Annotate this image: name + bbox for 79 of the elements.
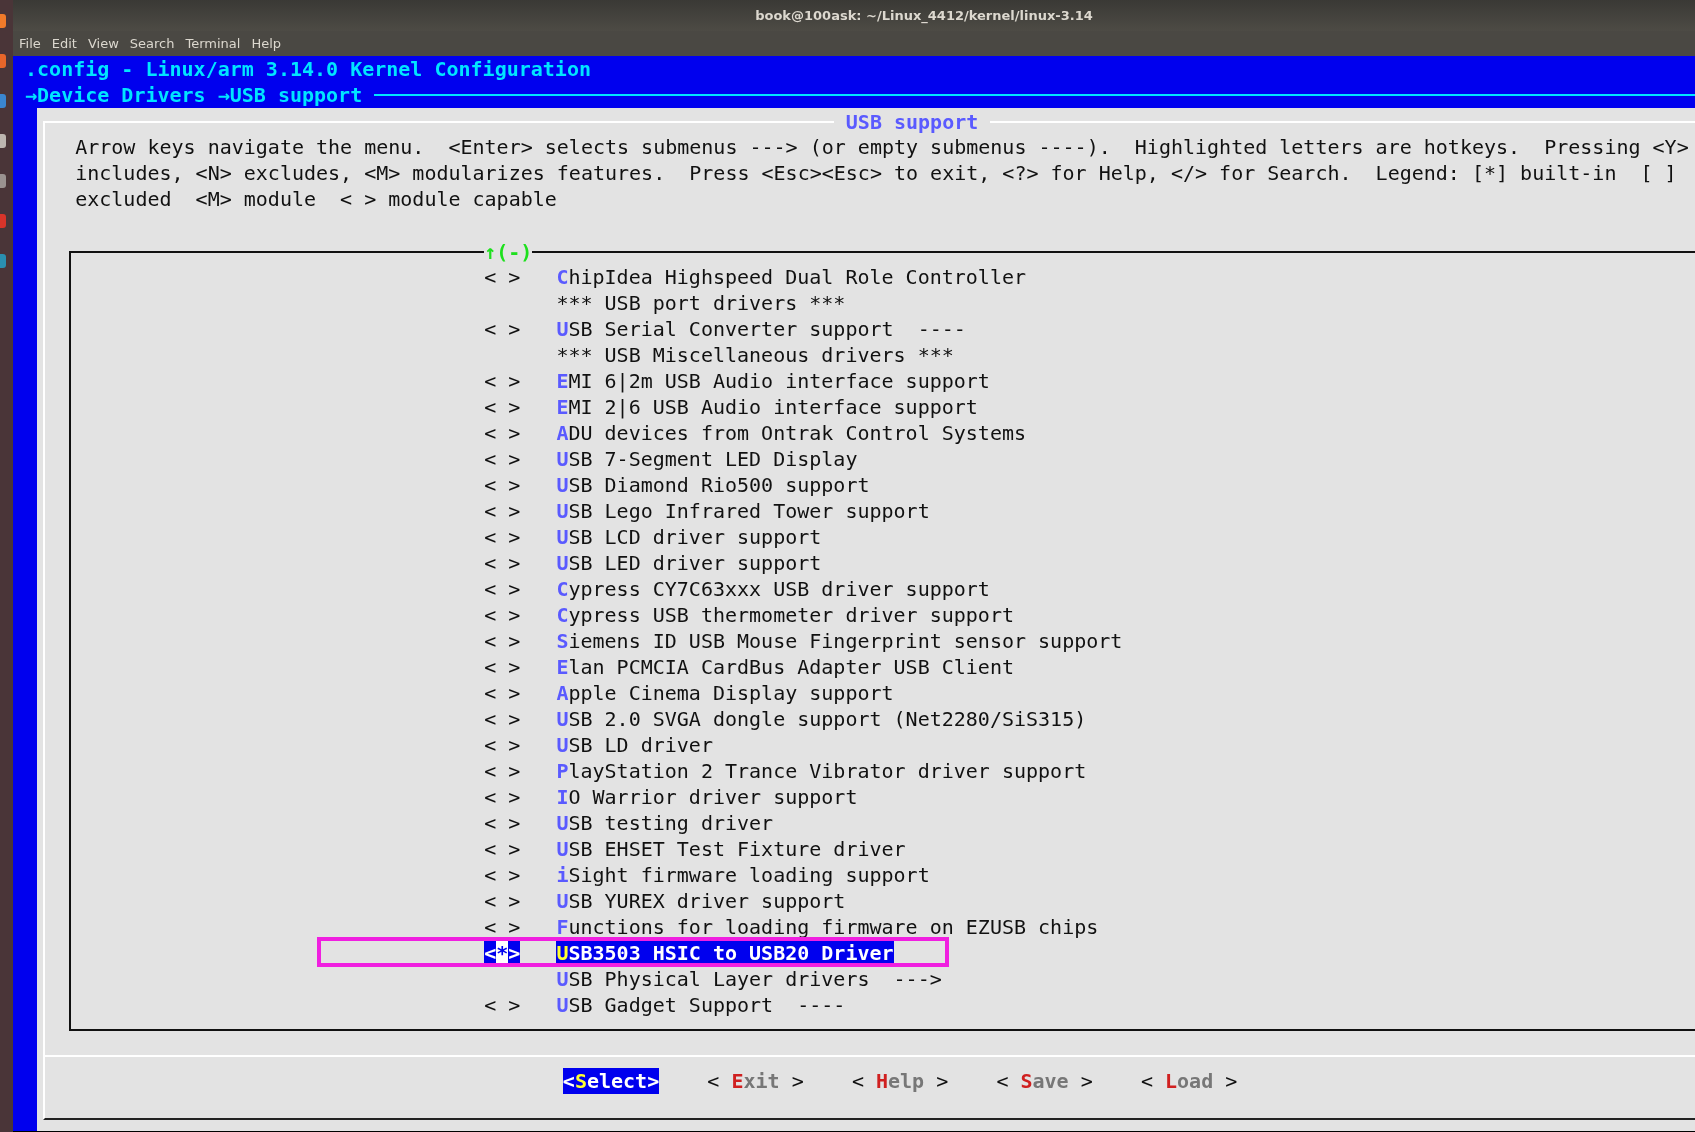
- config-title: .config - Linux/arm 3.14.0 Kernel Configuration: [25, 57, 591, 81]
- option-state[interactable]: < >: [484, 551, 521, 575]
- dialog-button[interactable]: < Help >: [851, 1068, 949, 1094]
- launcher-icon[interactable]: [0, 214, 6, 228]
- menu-item[interactable]: USB Physical Layer drivers --->: [556, 966, 942, 992]
- menu-item[interactable]: Siemens ID USB Mouse Fingerprint sensor support: [556, 628, 1123, 654]
- option-state[interactable]: < >: [484, 369, 521, 393]
- option-state[interactable]: < >: [484, 759, 521, 783]
- launcher-icon[interactable]: [0, 254, 6, 268]
- menu-item[interactable]: Cypress CY7C63xxx USB driver support: [556, 576, 990, 602]
- option-state[interactable]: < >: [484, 525, 521, 549]
- menu-item[interactable]: PlayStation 2 Trance Vibrator driver support: [556, 758, 1087, 784]
- option-state[interactable]: < >: [484, 707, 521, 731]
- menu-item[interactable]: USB LD driver: [556, 732, 713, 758]
- menu-item[interactable]: Functions for loading firmware on EZUSB chips: [556, 914, 1099, 940]
- menu-item[interactable]: USB Serial Converter support ----: [556, 316, 966, 342]
- option-state[interactable]: < >: [484, 499, 521, 523]
- launcher-icon[interactable]: [0, 134, 6, 148]
- option-state[interactable]: < >: [484, 889, 521, 913]
- option-state[interactable]: < >: [484, 863, 521, 887]
- dialog-button[interactable]: <Select>: [562, 1068, 660, 1094]
- option-state[interactable]: < >: [484, 265, 521, 289]
- menu-item[interactable]: iSight firmware loading support: [556, 862, 930, 888]
- menu-item[interactable]: USB EHSET Test Fixture driver: [556, 836, 906, 862]
- launcher-icon[interactable]: [0, 14, 6, 28]
- menu-item[interactable]: USB Lego Infrared Tower support: [556, 498, 930, 524]
- dialog-button[interactable]: < Exit >: [707, 1068, 804, 1094]
- menu-item[interactable]: IO Warrior driver support: [556, 784, 858, 810]
- menu-item[interactable]: Apple Cinema Display support: [556, 680, 894, 706]
- menu-item[interactable]: File: [19, 36, 41, 51]
- breadcrumb-item: →USB support: [217, 82, 363, 108]
- option-state[interactable]: < >: [484, 421, 521, 445]
- dialog-button[interactable]: < Load >: [1140, 1068, 1238, 1094]
- menu-item[interactable]: Search: [129, 36, 175, 51]
- option-state[interactable]: < >: [484, 915, 521, 939]
- option-state[interactable]: < >: [484, 785, 521, 809]
- option-state[interactable]: < >: [484, 655, 521, 679]
- menu-item[interactable]: ChipIdea Highspeed Dual Role Controller: [556, 264, 1026, 290]
- dialog-button[interactable]: < Save >: [996, 1068, 1093, 1094]
- option-state[interactable]: <*>: [484, 941, 521, 965]
- help-text: includes, <N> excludes, <M> modularizes features. Press <Esc><Esc> to exit, <?> for Help, </> for Search. Legend: [*] built-in [ ]: [75, 160, 1678, 186]
- breadcrumb-item: →Device Drivers: [25, 82, 206, 108]
- option-state[interactable]: < >: [484, 577, 521, 601]
- menu-item[interactable]: Cypress USB thermometer driver support: [556, 602, 1014, 628]
- menu-item[interactable]: Help: [251, 36, 282, 51]
- menu-item[interactable]: EMI 6|2m USB Audio interface support: [556, 368, 990, 394]
- option-state[interactable]: < >: [484, 837, 521, 861]
- menu-item[interactable]: USB 7-Segment LED Display: [556, 446, 858, 472]
- option-state[interactable]: < >: [484, 447, 521, 471]
- option-state[interactable]: < >: [484, 811, 521, 835]
- menu-item[interactable]: Edit: [51, 36, 77, 51]
- menu-item[interactable]: USB YUREX driver support: [556, 888, 846, 914]
- option-state[interactable]: < >: [484, 993, 521, 1017]
- menu-item[interactable]: USB Gadget Support ----: [556, 992, 846, 1018]
- menu-item[interactable]: ADU devices from Ontrak Control Systems: [556, 420, 1026, 446]
- launcher-icon[interactable]: [0, 54, 6, 68]
- menu-item[interactable]: USB LCD driver support: [556, 524, 822, 550]
- menu-item[interactable]: View: [87, 36, 119, 51]
- help-text: excluded <M> module < > module capable: [75, 186, 558, 212]
- menu-comment: *** USB port drivers ***: [556, 290, 846, 316]
- option-state[interactable]: < >: [484, 395, 521, 419]
- window-title: book@100ask: ~/Linux_4412/kernel/linux-3.14: [755, 8, 1093, 23]
- menu-item[interactable]: Elan PCMCIA CardBus Adapter USB Client: [556, 654, 1014, 680]
- menu-item[interactable]: Terminal: [185, 36, 241, 51]
- launcher-icon[interactable]: [0, 94, 6, 108]
- menu-item[interactable]: EMI 2|6 USB Audio interface support: [556, 394, 978, 420]
- option-state[interactable]: < >: [484, 629, 521, 653]
- menu-item[interactable]: USB Diamond Rio500 support: [556, 472, 870, 498]
- launcher-icon[interactable]: [0, 174, 6, 188]
- option-state[interactable]: < >: [484, 317, 521, 341]
- option-state[interactable]: < >: [484, 733, 521, 757]
- option-state[interactable]: < >: [484, 473, 521, 497]
- menu-item[interactable]: USB LED driver support: [556, 550, 822, 576]
- menu-item[interactable]: USB 2.0 SVGA dongle support (Net2280/SiS315): [556, 706, 1087, 732]
- option-state[interactable]: < >: [484, 603, 521, 627]
- help-text: Arrow keys navigate the menu. <Enter> selects submenus ---> (or empty submenus ----). Highlighted letters are hotkeys. Pressing <Y>: [75, 134, 1690, 160]
- menu-comment: *** USB Miscellaneous drivers ***: [556, 342, 954, 368]
- menu-item[interactable]: USB testing driver: [556, 810, 774, 836]
- option-state[interactable]: < >: [484, 681, 521, 705]
